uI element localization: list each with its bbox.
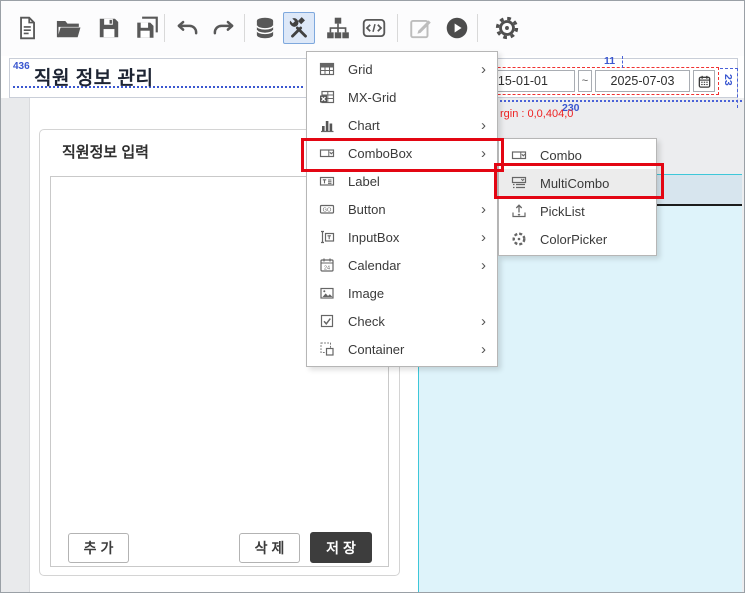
- label-icon: [318, 173, 335, 190]
- check-icon: [318, 313, 335, 330]
- calendar-icon: [697, 74, 712, 89]
- toolbar: [1, 1, 744, 56]
- menu-item-button[interactable]: Button›: [307, 195, 497, 223]
- menu-item-inputbox[interactable]: InputBox›: [307, 223, 497, 251]
- component-menu: Grid› MX-Grid Chart› ComboBox› Label But…: [306, 51, 498, 367]
- combobox-submenu: Combo MultiCombo PickList ColorPicker: [498, 138, 657, 256]
- source-code-icon[interactable]: [358, 12, 390, 44]
- submenu-item-colorpicker[interactable]: ColorPicker: [499, 225, 656, 253]
- picklist-icon: [510, 203, 527, 220]
- undo-icon[interactable]: [172, 12, 204, 44]
- multicombo-icon: [510, 175, 527, 192]
- new-document-icon[interactable]: [11, 12, 43, 44]
- design-tools-icon[interactable]: [283, 12, 315, 44]
- edit-icon[interactable]: [405, 12, 437, 44]
- form-panel-title: 직원정보 입력: [62, 141, 149, 162]
- annotation-bracket-top: [720, 68, 738, 69]
- database-icon[interactable]: [249, 12, 281, 44]
- designer-window: 436 직원 정보 관리 2015-01-01 ~ 2025-07-03 11 …: [0, 0, 745, 593]
- submenu-item-combo[interactable]: Combo: [499, 141, 656, 169]
- submenu-arrow-icon: ›: [481, 118, 486, 133]
- menu-item-calendar[interactable]: Calendar›: [307, 251, 497, 279]
- menu-item-mx-grid[interactable]: MX-Grid: [307, 83, 497, 111]
- margin-annotation: rgin : 0,0,404,0: [500, 108, 573, 120]
- combobox-icon: [318, 145, 335, 162]
- grid-icon: [318, 61, 335, 78]
- date-range-separator: ~: [578, 70, 592, 92]
- redo-icon[interactable]: [207, 12, 239, 44]
- colorpicker-icon: [510, 231, 527, 248]
- image-icon: [318, 285, 335, 302]
- end-date-field[interactable]: 2025-07-03: [595, 70, 690, 92]
- save-icon[interactable]: [93, 12, 125, 44]
- submenu-arrow-icon: ›: [481, 314, 486, 329]
- submenu-item-multicombo[interactable]: MultiCombo: [499, 169, 656, 197]
- run-icon[interactable]: [441, 12, 473, 44]
- button-icon: [318, 201, 335, 218]
- annotation-bracket-right: [737, 68, 738, 108]
- menu-item-label[interactable]: Label: [307, 167, 497, 195]
- submenu-arrow-icon: ›: [481, 342, 486, 357]
- settings-gear-icon[interactable]: [491, 12, 523, 44]
- canvas-left-margin: [1, 98, 30, 592]
- height-annotation-23: 23: [722, 74, 734, 86]
- menu-item-grid[interactable]: Grid›: [307, 55, 497, 83]
- toolbar-divider: [244, 14, 245, 42]
- submenu-arrow-icon: ›: [481, 258, 486, 273]
- mx-grid-icon: [318, 89, 335, 106]
- annotation-tick: [622, 56, 623, 68]
- container-icon: [318, 341, 335, 358]
- hierarchy-icon[interactable]: [322, 12, 354, 44]
- inputbox-icon: [318, 229, 335, 246]
- menu-item-container[interactable]: Container›: [307, 335, 497, 363]
- width-annotation-11: 11: [604, 55, 615, 67]
- submenu-arrow-icon: ›: [481, 62, 486, 77]
- toolbar-divider: [397, 14, 398, 42]
- calendar-icon: [318, 257, 335, 274]
- menu-item-check[interactable]: Check›: [307, 307, 497, 335]
- save-all-icon[interactable]: [131, 12, 163, 44]
- toolbar-divider: [477, 14, 478, 42]
- menu-item-combobox[interactable]: ComboBox›: [307, 139, 497, 167]
- toolbar-divider: [164, 14, 165, 42]
- menu-item-chart[interactable]: Chart›: [307, 111, 497, 139]
- page-title: 직원 정보 관리: [34, 63, 153, 90]
- save-button[interactable]: 저 장: [310, 532, 372, 563]
- chart-icon: [318, 117, 335, 134]
- open-folder-icon[interactable]: [52, 12, 84, 44]
- title-ref-number: 436: [13, 61, 30, 72]
- submenu-arrow-icon: ›: [481, 230, 486, 245]
- menu-item-image[interactable]: Image: [307, 279, 497, 307]
- combo-icon: [510, 147, 527, 164]
- add-button[interactable]: 추 가: [68, 533, 129, 563]
- delete-button[interactable]: 삭 제: [239, 533, 300, 563]
- submenu-arrow-icon: ›: [481, 146, 486, 161]
- calendar-button[interactable]: [693, 70, 715, 92]
- submenu-item-picklist[interactable]: PickList: [499, 197, 656, 225]
- submenu-arrow-icon: ›: [481, 202, 486, 217]
